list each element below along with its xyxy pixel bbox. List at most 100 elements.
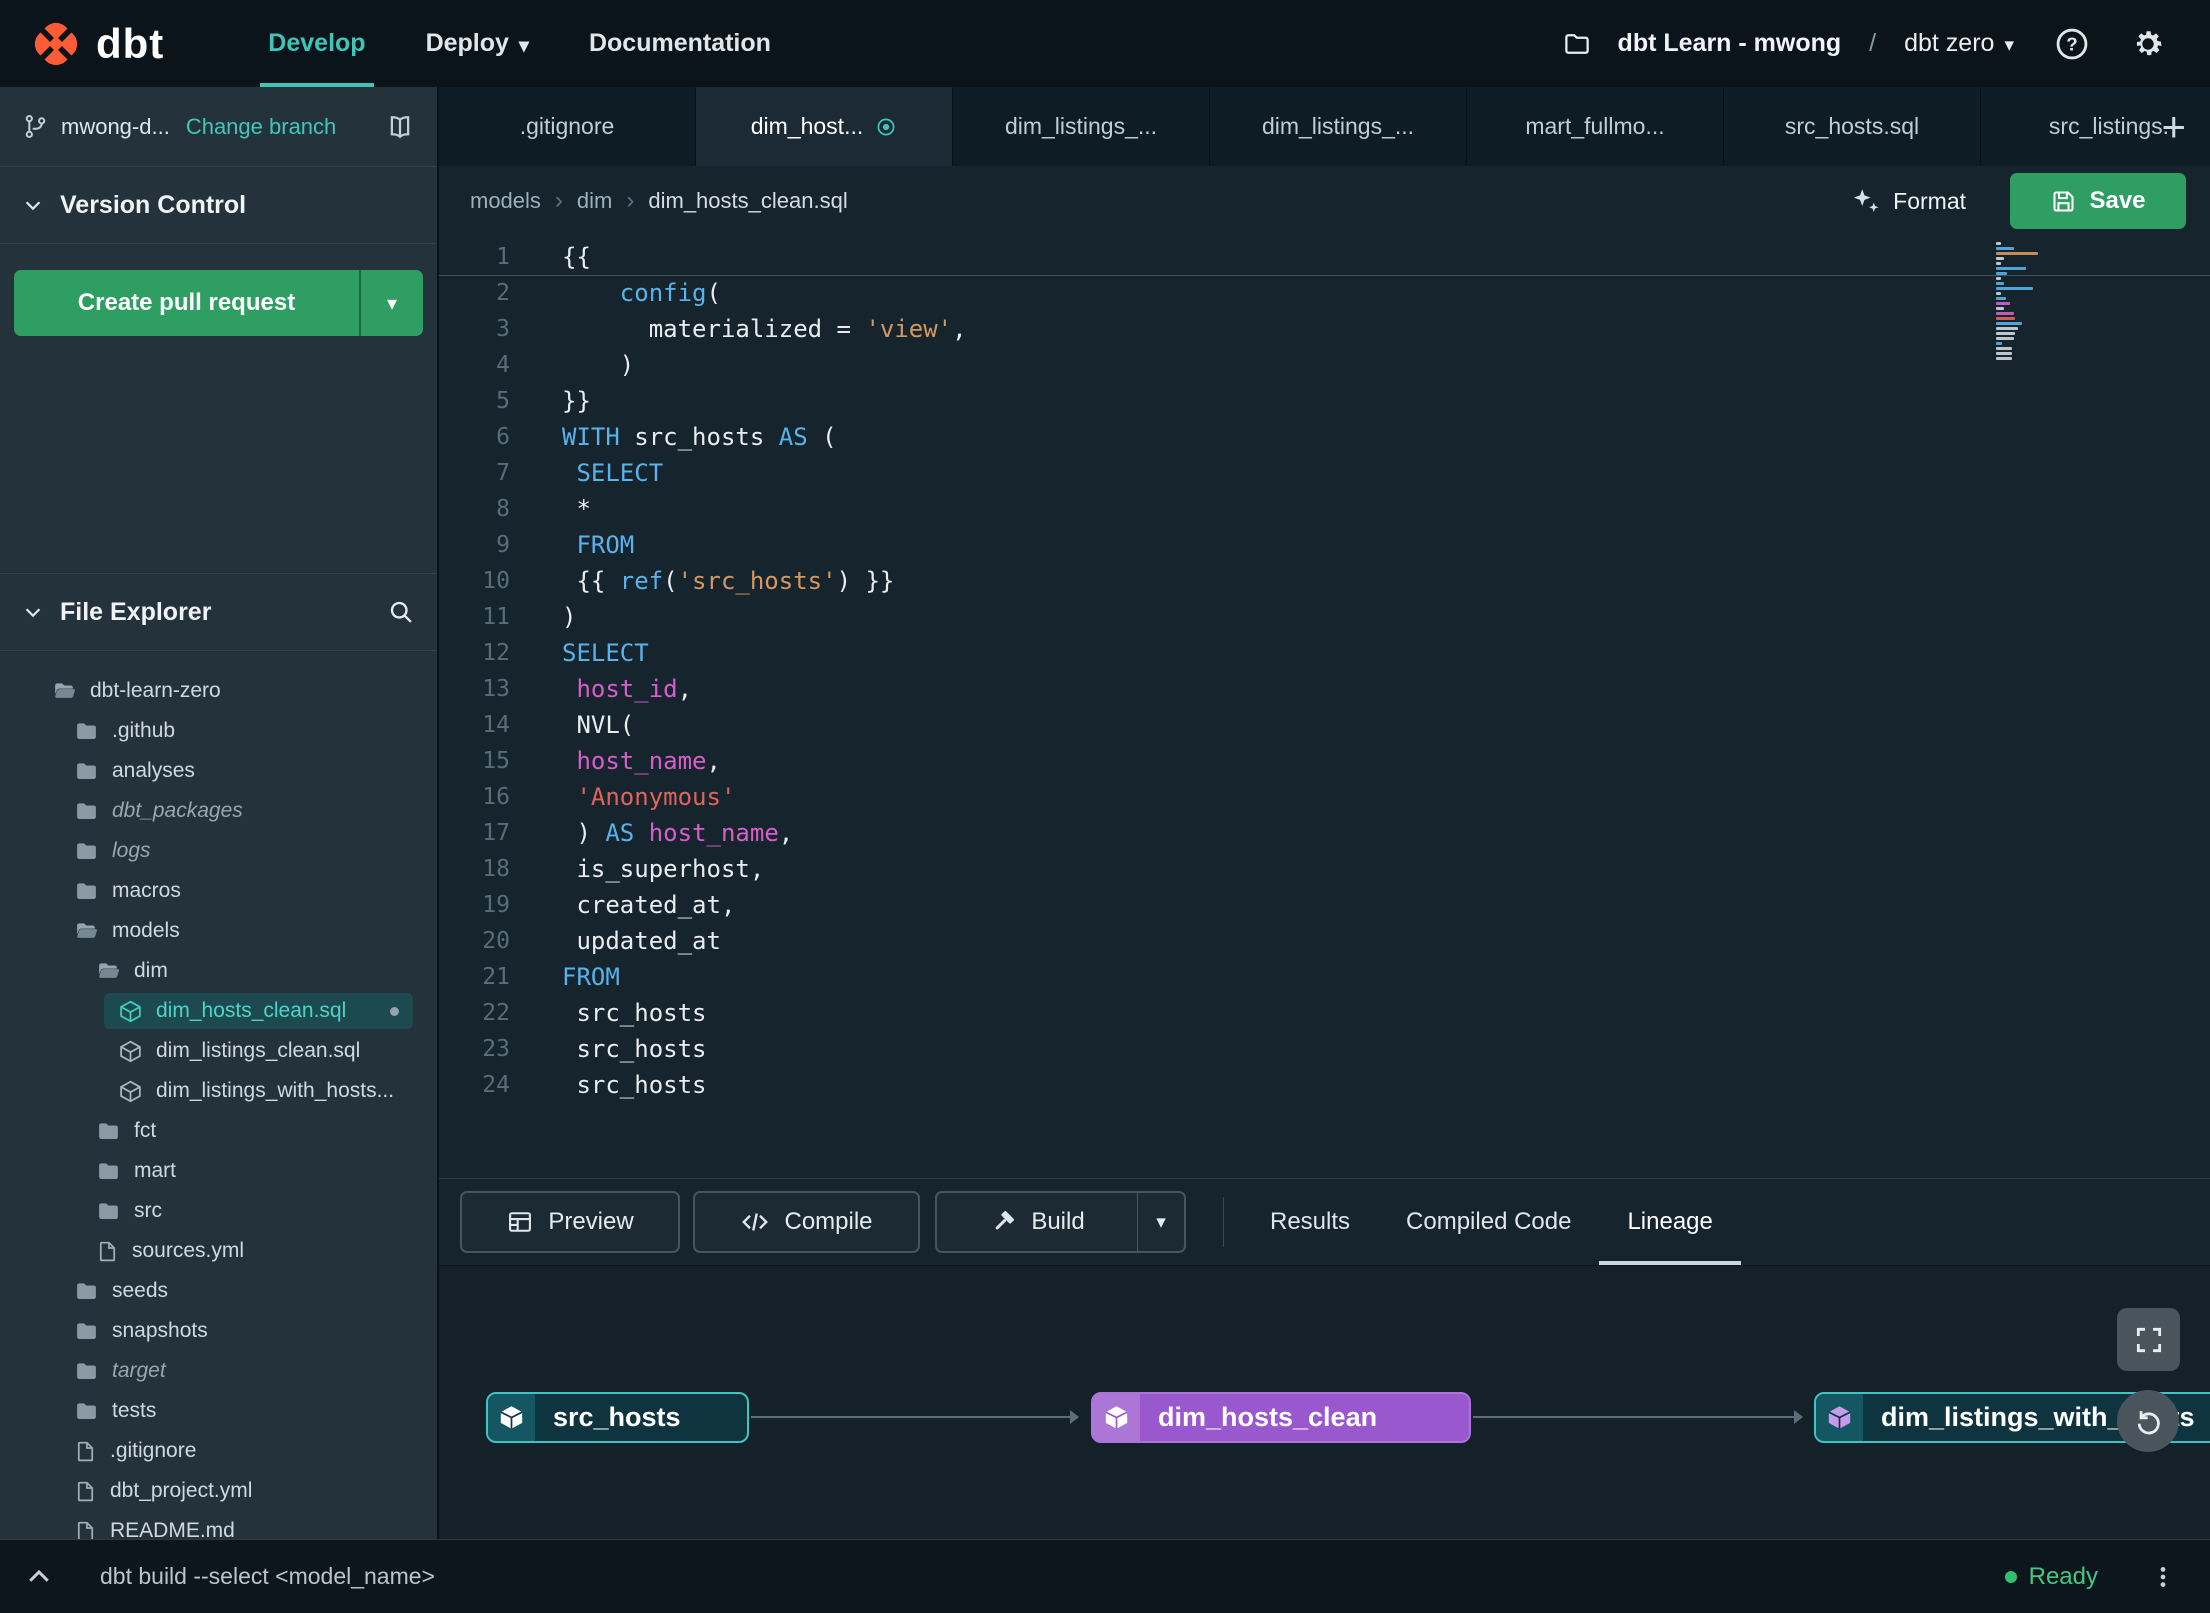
code-token: SELECT [576, 459, 664, 487]
change-branch-link[interactable]: Change branch [186, 114, 336, 140]
code-token: ) }} [836, 567, 895, 595]
file-tree-item[interactable]: .gitignore [0, 1431, 437, 1471]
file-tree-item-label: .gitignore [110, 1439, 197, 1462]
file-tree-item-label: mart [134, 1159, 176, 1182]
save-button[interactable]: Save [2010, 173, 2186, 229]
file-tree-item[interactable]: tests [0, 1391, 437, 1431]
file-tree-item[interactable]: logs [0, 831, 437, 871]
file-tree-item[interactable]: sources.yml [0, 1231, 437, 1271]
build-dropdown-caret[interactable]: ▾ [1138, 1191, 1186, 1253]
nav-item-deploy[interactable]: Deploy ▾ [396, 0, 559, 87]
file-tree-item[interactable]: dbt_project.yml [0, 1471, 437, 1511]
file-tree-item[interactable]: dbt-learn-zero [0, 671, 437, 711]
new-tab-button[interactable]: + [2151, 87, 2196, 166]
file-tree-item-inner: models [60, 913, 413, 949]
kebab-menu-icon[interactable] [2150, 1564, 2176, 1590]
minimap-line [1996, 302, 2011, 305]
file-tree-item[interactable]: seeds [0, 1271, 437, 1311]
code-token: , [706, 747, 721, 775]
file-tree-item[interactable]: dim_hosts_clean.sql [0, 991, 437, 1031]
file-tree-item[interactable]: .github [0, 711, 437, 751]
file-tree-item[interactable]: dim_listings_clean.sql [0, 1031, 437, 1071]
divider [1223, 1197, 1224, 1247]
code-token: ) [562, 603, 577, 631]
breadcrumb-item[interactable]: dim_hosts_clean.sql [648, 188, 847, 214]
file-tree-item[interactable]: dim [0, 951, 437, 991]
file-tree-item-label: macros [112, 879, 181, 902]
folder-icon [74, 799, 99, 824]
line-number: 17 [482, 820, 510, 846]
line-number: 6 [496, 424, 510, 450]
branch-name: mwong-d... [61, 113, 170, 139]
file-tree-item[interactable]: target [0, 1351, 437, 1391]
file-tree-item[interactable]: src [0, 1191, 437, 1231]
modified-indicator-icon [875, 116, 897, 138]
file-tree-item-label: src [134, 1199, 162, 1222]
code-token: AS [605, 819, 635, 847]
line-number: 14 [482, 712, 510, 738]
line-number: 15 [482, 748, 510, 774]
lineage-node[interactable]: dim_hosts_clean [1091, 1392, 1471, 1443]
file-tree-item-label: sources.yml [132, 1239, 245, 1262]
file-tree-item[interactable]: dim_listings_with_hosts... [0, 1071, 437, 1111]
file-tree-item[interactable]: analyses [0, 751, 437, 791]
search-icon[interactable] [387, 598, 415, 626]
chevron-down-icon: ▾ [518, 35, 529, 57]
file-tree-item[interactable]: dbt_packages [0, 791, 437, 831]
docs-book-icon[interactable] [385, 112, 415, 142]
panel-tab-lineage[interactable]: Lineage [1599, 1179, 1740, 1265]
pr-dropdown-caret[interactable]: ▾ [361, 270, 423, 336]
editor-tab[interactable]: src_hosts.sql [1724, 87, 1981, 166]
code-token: src_hosts [562, 1071, 707, 1099]
nav-item-develop[interactable]: Develop [238, 0, 395, 87]
editor-tab[interactable]: dim_host... [696, 87, 953, 166]
format-button[interactable]: Format [1841, 178, 1976, 224]
lineage-node[interactable]: src_hosts [486, 1392, 749, 1443]
file-explorer-title: File Explorer [60, 597, 212, 626]
file-tree: dbt-learn-zero .github analyses dbt_package… [0, 651, 437, 1540]
help-icon[interactable]: ? [2054, 26, 2090, 62]
dbt-cloud-ide: dbt Develop Deploy ▾ Documentation dbt Lear… [0, 0, 2210, 1613]
minimap[interactable] [1996, 242, 2040, 362]
panel-tab-results[interactable]: Results [1242, 1179, 1378, 1265]
command-input[interactable]: dbt build --select <model_name> [100, 1563, 435, 1590]
dbt-logo[interactable]: dbt [0, 0, 198, 87]
file-tree-item[interactable]: README.md [0, 1511, 437, 1540]
file-tree-item[interactable]: macros [0, 871, 437, 911]
version-control-header[interactable]: Version Control [0, 167, 437, 244]
file-tree-item-label: .github [112, 719, 176, 742]
editor-tab[interactable]: mart_fullmo... [1467, 87, 1724, 166]
code-line: * [562, 491, 2210, 527]
file-tree-item[interactable]: mart [0, 1151, 437, 1191]
editor-tab-label: dim_listings_... [1004, 113, 1158, 139]
create-pull-request-button[interactable]: Create pull request ▾ [14, 270, 423, 336]
breadcrumb-item[interactable]: dim [577, 188, 612, 214]
reset-view-button[interactable] [2117, 1390, 2179, 1452]
preview-button[interactable]: Preview [460, 1191, 680, 1253]
editor-tab[interactable]: dim_listings_... [953, 87, 1210, 166]
file-tree-item-inner: mart [82, 1153, 413, 1189]
save-label: Save [2089, 187, 2146, 214]
chevron-up-icon[interactable] [24, 1562, 54, 1592]
fullscreen-button[interactable] [2117, 1308, 2180, 1371]
settings-gear-icon[interactable] [2130, 26, 2166, 62]
breadcrumb-item[interactable]: models [470, 188, 541, 214]
file-tree-item[interactable]: models [0, 911, 437, 951]
chevron-down-icon [22, 194, 44, 216]
file-tree-item-label: target [112, 1359, 166, 1382]
editor-tab[interactable]: .gitignore [439, 87, 696, 166]
file-tree-item[interactable]: snapshots [0, 1311, 437, 1351]
file-explorer-header[interactable]: File Explorer [0, 573, 437, 651]
panel-tab-compiled-code[interactable]: Compiled Code [1378, 1179, 1599, 1265]
project-name[interactable]: dbt Learn - mwong [1618, 29, 1842, 58]
code-token: is_superhost, [562, 855, 765, 883]
nav-item-documentation[interactable]: Documentation [559, 0, 801, 87]
code-editor[interactable]: 1 2 3 4 5 6 7 8 9 10 11 12 13 14 15 16 17 18 19 20 21 22 23 24 … [439, 236, 2210, 1178]
environment-selector[interactable]: dbt zero ▾ [1904, 29, 2014, 58]
code-token: , [952, 315, 967, 343]
file-tree-item[interactable]: fct [0, 1111, 437, 1151]
build-button[interactable]: Build [935, 1191, 1138, 1253]
editor-tab[interactable]: dim_listings_... [1210, 87, 1467, 166]
compile-button[interactable]: Compile [693, 1191, 920, 1253]
